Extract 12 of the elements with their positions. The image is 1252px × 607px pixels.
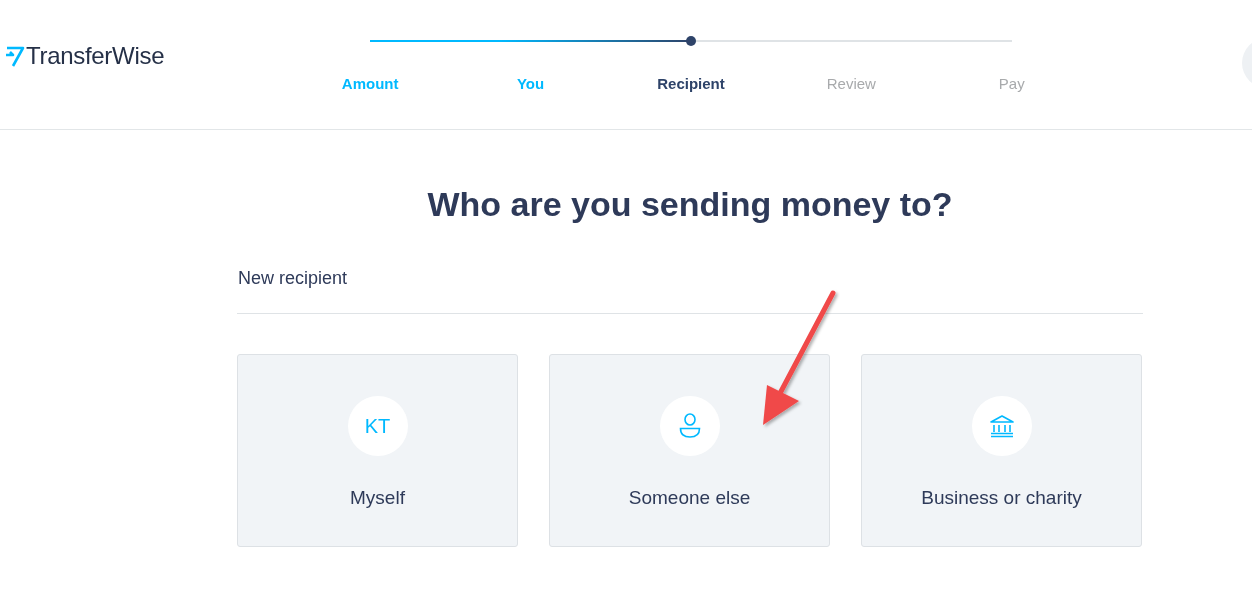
step-label: Review	[825, 75, 877, 92]
page-heading: Who are you sending money to?	[426, 185, 954, 224]
recipient-option-card[interactable]: KT Myself	[237, 354, 518, 547]
recipient-option-card[interactable]: Someone else	[549, 354, 830, 547]
logo-icon	[5, 44, 25, 68]
section-title: New recipient	[238, 268, 349, 289]
progress-dot	[686, 36, 696, 46]
logo-text[interactable]: TransferWise	[26, 42, 165, 70]
recipient-option-card[interactable]: Business or charity	[861, 354, 1142, 547]
initials-avatar: KT	[347, 396, 408, 456]
step-label: Recipient	[656, 75, 726, 92]
step-label: Pay	[997, 75, 1026, 92]
